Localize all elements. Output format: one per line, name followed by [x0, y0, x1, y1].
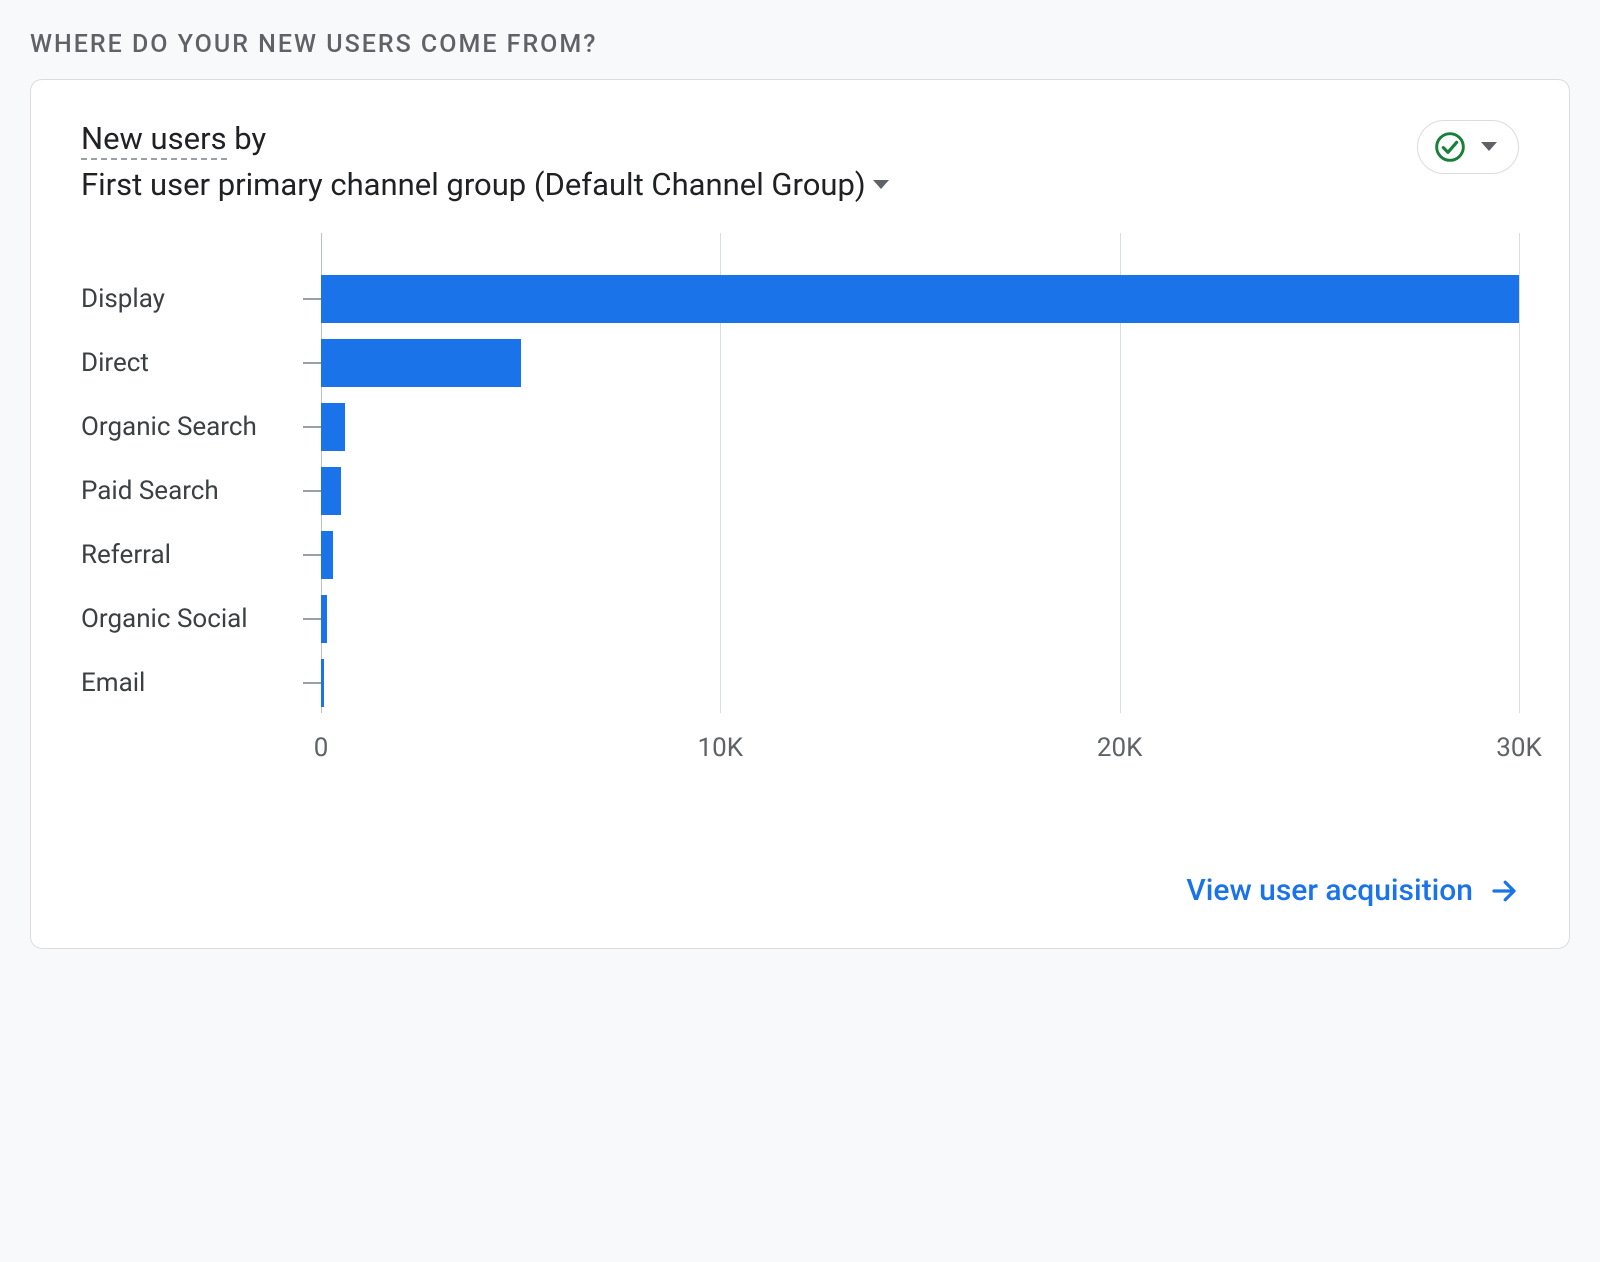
metric-text: New users [81, 120, 227, 157]
checkmark-circle-icon [1434, 131, 1466, 163]
bar [321, 339, 521, 387]
y-axis-label: Organic Social [81, 587, 321, 651]
y-axis-label: Display [81, 267, 321, 331]
card-title: New users by First user primary channel … [81, 120, 890, 203]
arrow-right-icon [1489, 876, 1519, 906]
x-tick: 30K [1496, 733, 1542, 763]
bar-chart: DisplayDirectOrganic SearchPaid SearchRe… [81, 233, 1519, 773]
chevron-down-icon [872, 179, 890, 191]
bar-row [321, 587, 1519, 651]
bar [321, 659, 324, 707]
y-axis-label: Referral [81, 523, 321, 587]
x-axis-ticks: 010K20K30K [321, 733, 1519, 773]
grid-line [1519, 233, 1520, 713]
dimension-selector[interactable]: First user primary channel group (Defaul… [81, 166, 890, 203]
dimension-text: First user primary channel group (Defaul… [81, 166, 866, 203]
link-text: View user acquisition [1186, 873, 1473, 908]
bar-stub [303, 682, 321, 684]
by-text: by [234, 120, 266, 157]
bar-stub [303, 298, 321, 300]
bar [321, 531, 333, 579]
card-footer: View user acquisition [81, 873, 1519, 908]
section-title: WHERE DO YOUR NEW USERS COME FROM? [30, 30, 1570, 59]
bar [321, 403, 345, 451]
x-tick: 0 [314, 733, 329, 763]
bar [321, 275, 1519, 323]
card-header: New users by First user primary channel … [81, 120, 1519, 203]
y-axis-labels: DisplayDirectOrganic SearchPaid SearchRe… [81, 233, 321, 773]
y-axis-label: Organic Search [81, 395, 321, 459]
bar-row [321, 267, 1519, 331]
status-dropdown[interactable] [1417, 120, 1519, 174]
user-acquisition-card: New users by First user primary channel … [30, 79, 1570, 949]
x-tick: 10K [698, 733, 744, 763]
bar-row [321, 523, 1519, 587]
bar-stub [303, 362, 321, 364]
bar-stub [303, 426, 321, 428]
y-axis-label: Direct [81, 331, 321, 395]
x-tick: 20K [1097, 733, 1143, 763]
bars [321, 233, 1519, 715]
bar [321, 467, 341, 515]
bar-row [321, 331, 1519, 395]
metric-label[interactable]: New users [81, 120, 227, 160]
bar-stub [303, 554, 321, 556]
bar-stub [303, 490, 321, 492]
bar-stub [303, 618, 321, 620]
y-axis-label: Email [81, 651, 321, 715]
bar [321, 595, 327, 643]
bar-row [321, 651, 1519, 715]
chevron-down-icon [1480, 141, 1498, 153]
bars-plot-area: 010K20K30K [321, 233, 1519, 773]
view-user-acquisition-link[interactable]: View user acquisition [1186, 873, 1519, 908]
y-axis-label: Paid Search [81, 459, 321, 523]
bar-row [321, 459, 1519, 523]
bar-row [321, 395, 1519, 459]
